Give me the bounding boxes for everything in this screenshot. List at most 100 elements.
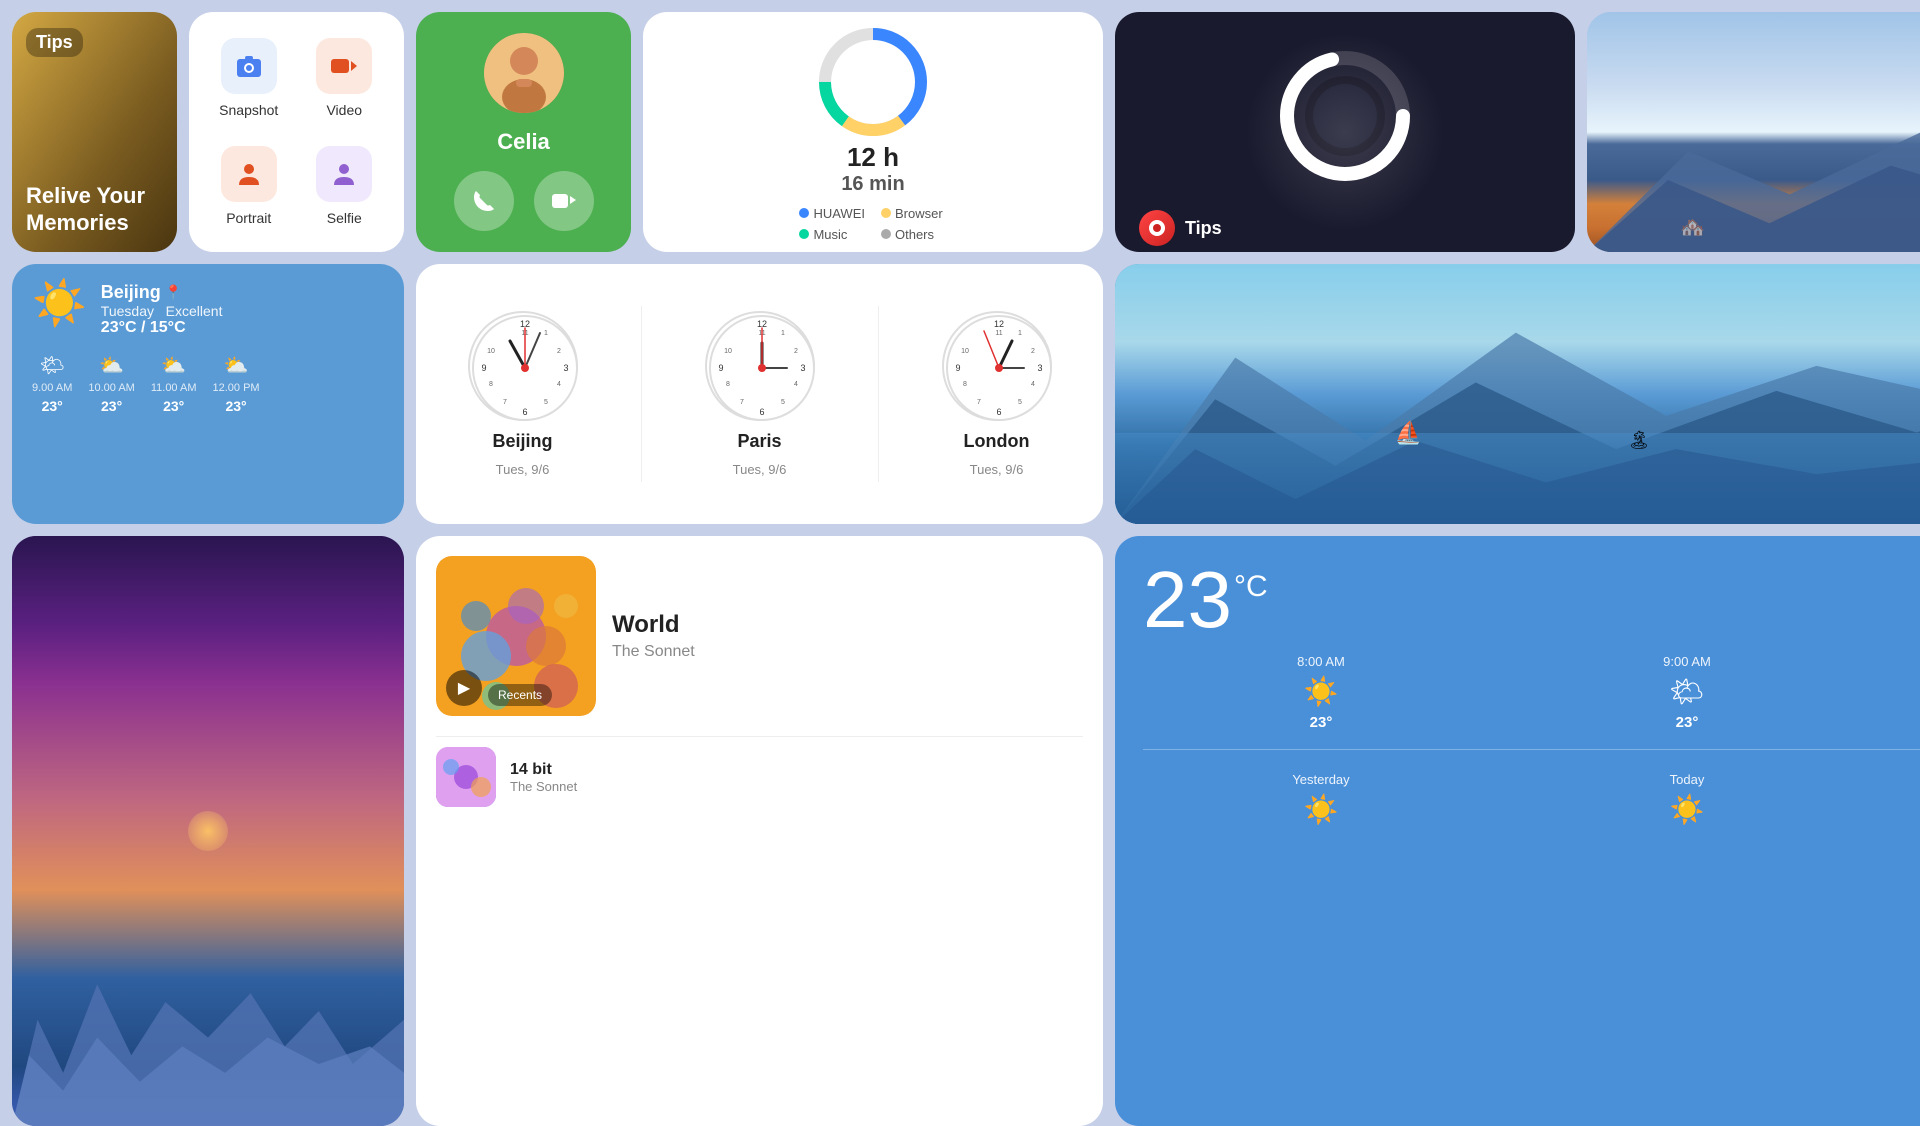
music-title-1: World	[612, 611, 1083, 639]
widget-camera: Snapshot Video Portrait	[189, 12, 404, 252]
clock-london-date: Tues, 9/6	[970, 462, 1024, 477]
camera-portrait[interactable]: Portrait	[205, 136, 293, 236]
svg-text:11: 11	[995, 330, 1002, 337]
widget-purple-sky	[12, 536, 404, 1126]
tips2-tips-icon	[1139, 210, 1175, 246]
music-title-2: 14 bit	[510, 761, 577, 779]
selfie-label: Selfie	[327, 210, 362, 226]
svg-text:3: 3	[563, 363, 568, 373]
music-play-btn[interactable]: ▶	[446, 670, 482, 706]
camera-snapshot[interactable]: Snapshot	[205, 28, 293, 128]
svg-text:2: 2	[1031, 348, 1035, 355]
legend-browser: Browser	[895, 206, 943, 221]
weather-sun-icon: ☀️	[32, 282, 87, 326]
selfie-icon	[316, 146, 372, 202]
svg-text:7: 7	[740, 399, 744, 406]
svg-text:6: 6	[996, 407, 1001, 417]
weather-hourly: 🌤 9.00 AM 23° ⛅ 10.00 AM 23° ⛅ 11.00 AM …	[32, 353, 384, 414]
weather-hour-0: 🌤 9.00 AM 23°	[32, 353, 72, 414]
legend-others: Others	[895, 227, 934, 242]
camera-video[interactable]: Video	[301, 28, 389, 128]
svg-text:5: 5	[544, 399, 548, 406]
snapshot-label: Snapshot	[219, 102, 278, 118]
svg-text:2: 2	[794, 348, 798, 355]
camera-selfie[interactable]: Selfie	[301, 136, 389, 236]
svg-text:7: 7	[977, 399, 981, 406]
video-label: Video	[326, 102, 362, 118]
screen-time-mins: 16 min	[841, 173, 904, 196]
svg-text:1: 1	[1018, 330, 1022, 337]
widget-music: ▶ Recents World The Sonnet 14 bit The So…	[416, 536, 1103, 1126]
music-artist-2: The Sonnet	[510, 779, 577, 794]
weather-hour-1: ⛅ 10.00 AM 23°	[88, 353, 134, 414]
widget-weather-small: ☀️ Beijing 📍 Tuesday Excellent 23°C / 15…	[12, 264, 404, 524]
svg-text:10: 10	[487, 348, 495, 355]
widget-clocks: 1 2 3 6 9 11 1 2 4 5 7 8 10	[416, 264, 1103, 524]
music-art-2[interactable]	[436, 747, 496, 807]
music-recents-label[interactable]: Recents	[488, 684, 552, 706]
snapshot-icon	[221, 38, 277, 94]
wl-unit: °C	[1234, 570, 1268, 604]
svg-text:2: 2	[557, 348, 561, 355]
legend-huawei: HUAWEI	[813, 206, 865, 221]
clock-paris-face: 12 3 6 9 11 1 2 4 5 7 8 10	[705, 311, 815, 421]
wl-hour-0: 8:00 AM ☀️ 23°	[1143, 654, 1499, 731]
video-icon	[316, 38, 372, 94]
wl-daily: Yesterday ☀️ Today ☀️ Tomorrow ☀️ Thu ☀️…	[1143, 772, 1920, 826]
clock-separator-2	[878, 306, 879, 482]
svg-text:7: 7	[503, 399, 507, 406]
svg-text:4: 4	[794, 381, 798, 388]
clock-london-face: 12 3 6 9 11 1 2 4 5 7 8 10	[942, 311, 1052, 421]
svg-text:3: 3	[800, 363, 805, 373]
widget-landscape: ⛵ 🏝	[1115, 264, 1920, 524]
weather-small-day: Tuesday Excellent	[101, 303, 384, 319]
clock-paris-city: Paris	[737, 431, 781, 452]
weather-small-city: Beijing 📍	[101, 282, 384, 303]
wl-temp: 23	[1143, 560, 1232, 640]
svg-text:5: 5	[781, 399, 785, 406]
weather-hour-2: ⛅ 11.00 AM 23°	[151, 353, 197, 414]
legend-music: Music	[813, 227, 847, 242]
portrait-label: Portrait	[226, 210, 271, 226]
tips2-label: Tips	[1185, 218, 1222, 239]
tips1-text: Relive Your Memories	[26, 183, 177, 236]
wl-divider	[1143, 749, 1920, 750]
clock-paris: 12 3 6 9 11 1 2 4 5 7 8 10	[705, 311, 815, 477]
wl-temp-display: 23 °C	[1143, 560, 1268, 640]
music-art-1[interactable]: ▶ Recents	[436, 556, 596, 716]
widget-tips-1[interactable]: Tips Relive Your Memories	[12, 12, 177, 252]
screen-time-chart	[813, 22, 933, 142]
clock-beijing-city: Beijing	[492, 431, 552, 452]
svg-text:8: 8	[963, 381, 967, 388]
svg-text:3: 3	[1037, 363, 1042, 373]
celia-actions	[454, 171, 594, 231]
widget-winter: 🏘️	[1587, 12, 1920, 252]
svg-text:5: 5	[1018, 399, 1022, 406]
svg-text:6: 6	[759, 407, 764, 417]
widget-celia[interactable]: Celia	[416, 12, 631, 252]
svg-text:8: 8	[489, 381, 493, 388]
wl-day-0: Yesterday ☀️	[1143, 772, 1499, 826]
music-track-2: 14 bit The Sonnet	[436, 736, 1083, 807]
music-info-1: World The Sonnet	[612, 611, 1083, 661]
svg-text:1: 1	[544, 330, 548, 337]
weather-small-temp: 23°C / 15°C	[101, 319, 384, 337]
clock-separator-1	[641, 306, 642, 482]
svg-text:8: 8	[726, 381, 730, 388]
svg-text:10: 10	[724, 348, 732, 355]
wl-hourly: 8:00 AM ☀️ 23° 9:00 AM 🌤 23° 10:00 AM 🌤 …	[1143, 654, 1920, 731]
music-track-1: ▶ Recents World The Sonnet	[436, 556, 1083, 716]
weather-hour-3: ⛅ 12.00 PM 23°	[213, 353, 260, 414]
svg-text:9: 9	[955, 363, 960, 373]
wl-hour-1: 9:00 AM 🌤 23°	[1509, 654, 1865, 731]
wl-day-2: Tomorrow ☀️	[1875, 772, 1920, 826]
celia-call-btn[interactable]	[454, 171, 514, 231]
portrait-icon	[221, 146, 277, 202]
wl-day-1: Today ☀️	[1509, 772, 1865, 826]
svg-text:9: 9	[481, 363, 486, 373]
celia-video-btn[interactable]	[534, 171, 594, 231]
widget-tips-2[interactable]: Tips A Brand-new Home Screen	[1115, 12, 1575, 252]
wl-hour-2: 10:00 AM 🌤 23°	[1875, 654, 1920, 731]
widget-screen-time: 12 h 16 min HUAWEI Browser Music Others	[643, 12, 1103, 252]
screen-time-legend: HUAWEI Browser Music Others	[799, 206, 946, 242]
